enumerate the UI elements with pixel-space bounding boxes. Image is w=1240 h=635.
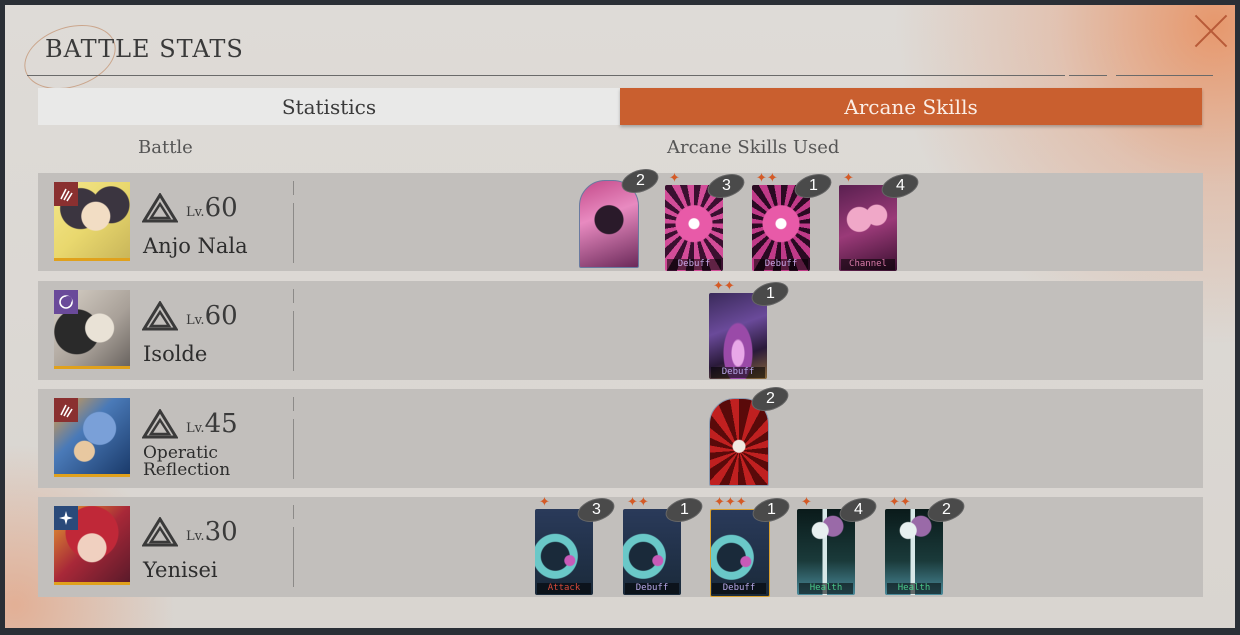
skill-card-art [709, 398, 769, 486]
rank-triangle-icon [142, 409, 178, 439]
star-rating: ✦✦ [756, 171, 778, 186]
arcane-skill-card[interactable]: 2 [579, 164, 662, 268]
level-prefix: Lv. [186, 205, 205, 220]
divider [293, 311, 294, 371]
column-header-battle: Battle [138, 137, 193, 158]
arcane-skill-card[interactable]: ✦✦✦ Debuff 1 [710, 493, 793, 597]
character-row-anjo-nala: Lv.60 Anjo Nala 2 ✦ Debuff 3 ✦✦ Debuff 1… [38, 164, 1203, 271]
level-value: 60 [204, 193, 238, 223]
rank-triangle-icon [142, 301, 178, 331]
tab-arcane-skills-label: Arcane Skills [844, 94, 978, 119]
window-title: BATTLE STATS [45, 35, 244, 63]
arcane-skill-card[interactable]: ✦✦ Debuff 1 [752, 169, 835, 271]
divider [293, 527, 294, 587]
star-rating: ✦✦ [627, 495, 649, 510]
arcane-skill-card[interactable]: ✦ Channel 4 [839, 169, 922, 271]
tab-arcane-skills[interactable]: Arcane Skills [620, 88, 1202, 125]
divider [293, 505, 294, 519]
skill-type-label: Debuff [712, 583, 766, 594]
star-burst-icon [54, 506, 78, 530]
title-rule-segment [1116, 75, 1213, 76]
arcane-skill-card[interactable]: ✦ Health 4 [797, 493, 880, 595]
level-display: Lv.60 [186, 301, 238, 331]
claw-icon [54, 398, 78, 422]
level-display: Lv.30 [186, 517, 238, 547]
divider [293, 181, 294, 195]
star-rating: ✦ [669, 171, 680, 186]
level-value: 30 [204, 517, 238, 547]
character-name: Isolde [143, 342, 208, 366]
character-name: Anjo Nala [143, 234, 248, 258]
skill-type-label: Health [887, 583, 941, 594]
character-portrait[interactable] [54, 506, 130, 585]
level-prefix: Lv. [186, 529, 205, 544]
level-display: Lv.60 [186, 193, 238, 223]
star-rating: ✦ [801, 495, 812, 510]
arcane-skill-card[interactable]: ✦✦ Debuff 1 [623, 493, 706, 595]
character-name: Yenisei [143, 558, 218, 582]
character-row-operatic-reflection: Lv.45 Operatic Reflection 2 [38, 382, 1203, 488]
arcane-skill-card[interactable]: 2 [709, 382, 792, 486]
star-rating: ✦ [539, 495, 550, 510]
star-rating: ✦✦✦ [714, 495, 747, 510]
divider [293, 203, 294, 263]
skill-type-label: Attack [537, 583, 591, 594]
skill-type-label: Channel [841, 259, 895, 270]
character-portrait[interactable] [54, 398, 130, 477]
skill-type-label: Debuff [625, 583, 679, 594]
title-rule-segment [1069, 75, 1107, 76]
character-portrait[interactable] [54, 182, 130, 261]
arcane-skill-card[interactable]: ✦✦ Debuff 1 [709, 277, 792, 379]
skill-type-label: Debuff [711, 367, 765, 378]
rank-triangle-icon [142, 193, 178, 223]
star-rating: ✦ [843, 171, 854, 186]
close-icon[interactable] [1193, 13, 1229, 49]
level-display: Lv.45 [186, 409, 238, 439]
skill-type-label: Debuff [754, 259, 808, 270]
rank-triangle-icon [142, 517, 178, 547]
title-rule [27, 75, 1065, 76]
character-portrait[interactable] [54, 290, 130, 369]
skill-card-art [579, 180, 639, 268]
level-value: 45 [204, 409, 238, 439]
arcane-skill-card[interactable]: ✦✦ Health 2 [885, 493, 968, 595]
claw-icon [54, 182, 78, 206]
skill-type-label: Health [799, 583, 853, 594]
character-name: Operatic Reflection [143, 445, 283, 479]
level-value: 60 [204, 301, 238, 331]
skill-type-label: Debuff [667, 259, 721, 270]
star-rating: ✦✦ [889, 495, 911, 510]
character-name-line2: Reflection [143, 460, 231, 480]
character-row-yenisei: Lv.30 Yenisei ✦ Attack 3 ✦✦ Debuff 1 ✦✦✦… [38, 493, 1203, 597]
arcane-skill-card[interactable]: ✦ Debuff 3 [665, 169, 748, 271]
tab-statistics[interactable]: Statistics [38, 88, 620, 125]
level-prefix: Lv. [186, 313, 205, 328]
divider [293, 397, 294, 411]
star-rating: ✦✦ [713, 279, 735, 294]
level-prefix: Lv. [186, 421, 205, 436]
character-row-isolde: Lv.60 Isolde ✦✦ Debuff 1 [38, 277, 1203, 380]
divider [293, 419, 294, 479]
column-header-skills: Arcane Skills Used [667, 137, 840, 158]
tab-statistics-label: Statistics [281, 94, 377, 119]
arcane-skill-card[interactable]: ✦ Attack 3 [535, 493, 618, 595]
crescent-icon [54, 290, 78, 314]
battle-stats-panel: BATTLE STATS Statistics Arcane Skills Ba… [5, 5, 1235, 628]
divider [293, 289, 294, 303]
